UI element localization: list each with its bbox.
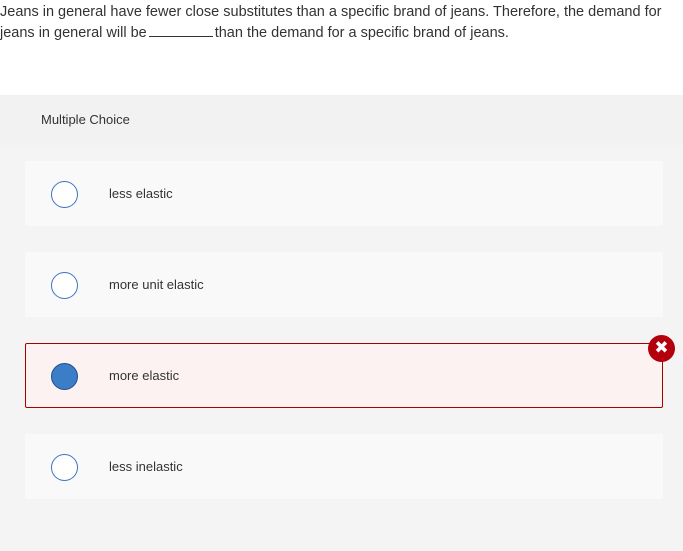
radio-button[interactable]	[51, 181, 78, 208]
answer-blank	[148, 24, 213, 37]
choice-option-2[interactable]: more unit elastic	[25, 252, 663, 317]
choice-label: more unit elastic	[109, 277, 204, 292]
question-text-part2: than the demand for a specific brand of …	[214, 25, 509, 41]
radio-button[interactable]	[51, 454, 78, 481]
choice-option-3[interactable]: more elastic	[25, 343, 663, 408]
choice-option-4[interactable]: less inelastic	[25, 434, 663, 499]
choice-label: more elastic	[109, 368, 180, 383]
choice-option-1[interactable]: less elastic	[25, 161, 663, 226]
answer-type-label: Multiple Choice	[41, 112, 130, 127]
choice-label: less elastic	[109, 186, 173, 201]
radio-button[interactable]	[51, 272, 78, 299]
choice-label: less inelastic	[109, 459, 183, 474]
question-stem: Jeans in general have fewer close substi…	[0, 0, 683, 95]
question-text: Jeans in general have fewer close substi…	[0, 2, 680, 44]
radio-button-selected[interactable]	[51, 363, 78, 390]
x-circle-icon: ✖	[648, 335, 675, 362]
